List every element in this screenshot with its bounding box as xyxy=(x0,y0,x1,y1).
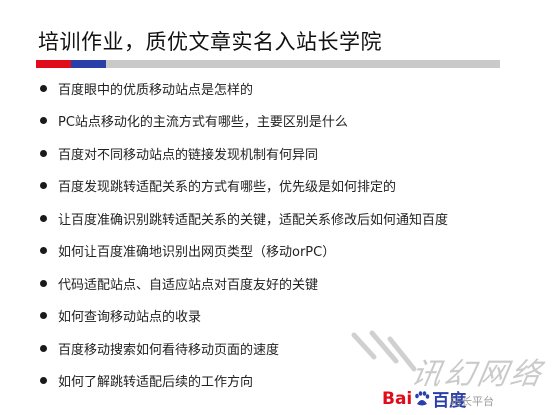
slide-title: 培训作业，质优文章实名入站长学院 xyxy=(38,30,382,54)
title-bar-red-segment xyxy=(36,60,71,68)
title-bar-grey-segment xyxy=(106,60,500,68)
bullet-dot-icon xyxy=(40,182,47,190)
bullet-dot-icon xyxy=(40,84,47,92)
bullet-text: 如何了解跳转适配后续的工作方向 xyxy=(58,375,254,391)
bullet-text: 如何让百度准确地识别出网页类型（移动orPC） xyxy=(58,245,336,261)
bullet-text: 百度移动搜索如何看待移动页面的速度 xyxy=(58,342,280,358)
bullet-dot-icon xyxy=(40,279,47,287)
title-bar-blue-segment xyxy=(71,60,106,68)
bullet-dot-icon xyxy=(40,344,47,352)
bullet-text: 如何查询移动站点的收录 xyxy=(58,310,202,326)
list-item: 百度发现跳转适配关系的方式有哪些，优先级是如何排定的 xyxy=(40,170,448,203)
baidu-paw-icon xyxy=(415,390,430,405)
bullet-text: 代码适配站点、自适应站点对百度友好的关键 xyxy=(58,277,319,293)
bullet-text: 让百度准确识别跳转适配关系的关键，适配关系修改后如何通知百度 xyxy=(58,212,449,228)
list-item: PC站点移动化的主流方式有哪些，主要区别是什么 xyxy=(40,105,448,138)
list-item: 如何让百度准确地识别出网页类型（移动orPC） xyxy=(40,235,448,268)
bullet-dot-icon xyxy=(40,312,47,320)
bullet-dot-icon xyxy=(40,247,47,255)
bullet-text: 百度对不同移动站点的链接发现机制有何异同 xyxy=(58,147,319,163)
baidu-logo-bai: Bai xyxy=(382,388,413,409)
list-item: 百度对不同移动站点的链接发现机制有何异同 xyxy=(40,137,448,170)
list-item: 百度眼中的优质移动站点是怎样的 xyxy=(40,72,448,105)
bullet-dot-icon xyxy=(40,117,47,125)
slide: 培训作业，质优文章实名入站长学院 百度眼中的优质移动站点是怎样的 PC站点移动化… xyxy=(0,0,554,415)
bullet-dot-icon xyxy=(40,377,47,385)
bullet-text: 百度发现跳转适配关系的方式有哪些，优先级是如何排定的 xyxy=(58,180,397,196)
bullet-text: PC站点移动化的主流方式有哪些，主要区别是什么 xyxy=(58,115,348,131)
bullet-text: 百度眼中的优质移动站点是怎样的 xyxy=(58,82,254,98)
bullet-dot-icon xyxy=(40,214,47,222)
list-item: 让百度准确识别跳转适配关系的关键，适配关系修改后如何通知百度 xyxy=(40,202,448,235)
bullet-dot-icon xyxy=(40,149,47,157)
platform-text: 站长平台 xyxy=(450,395,494,408)
